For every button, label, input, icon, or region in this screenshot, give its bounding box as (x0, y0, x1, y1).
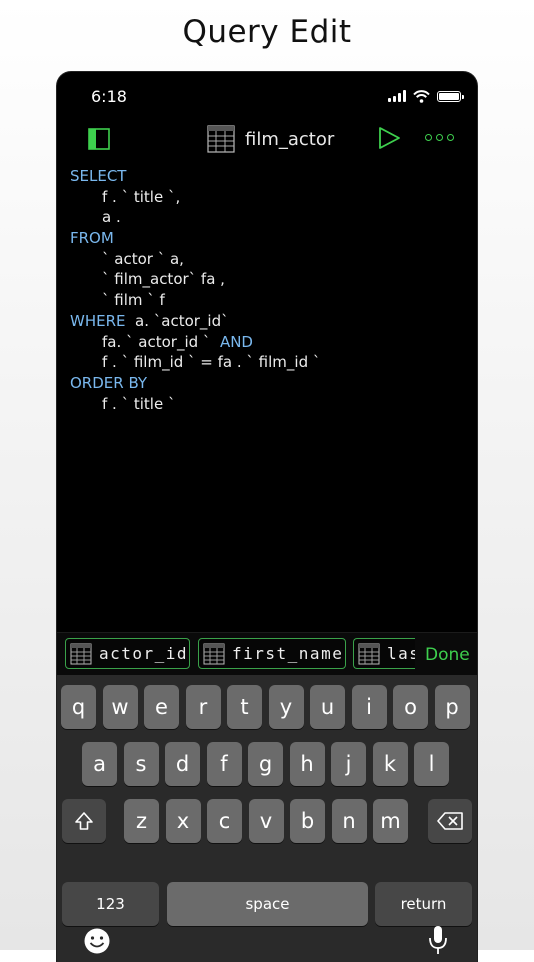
more-options-icon[interactable] (425, 134, 454, 141)
sql-line: WHERE a. `actor_id` (70, 311, 477, 332)
backspace-icon (437, 812, 463, 830)
key-p[interactable]: p (434, 685, 470, 729)
sql-keyword: AND (219, 332, 253, 351)
sql-text: f . ` film_id ` = fa . ` film_id ` (102, 353, 321, 372)
sql-text: ` actor ` a, (102, 249, 184, 268)
keyboard: 123 space return qwertyuiop asdfghjk l z … (57, 675, 477, 962)
nav-title: film_actor (245, 128, 335, 150)
key-k[interactable]: k (372, 742, 408, 786)
page-heading: Query Edit (182, 14, 352, 50)
key-f[interactable]: f (206, 742, 242, 786)
key-w[interactable]: w (102, 685, 138, 729)
suggestion-chip-actor-id[interactable]: actor_id (65, 638, 190, 669)
sql-keyword: ORDER BY (70, 373, 148, 392)
key-e[interactable]: e (144, 685, 179, 729)
status-time: 6:18 (91, 87, 127, 106)
key-y[interactable]: y (268, 685, 304, 729)
suggestion-chip-label: actor_id (99, 644, 189, 663)
sql-text: f . ` title `, (102, 187, 181, 206)
sidebar-toggle-icon[interactable] (88, 128, 110, 150)
suggestion-chip-first-name[interactable]: first_name (198, 638, 346, 669)
suggestion-chip-label: first_name (232, 644, 344, 663)
sql-line: ` film_actor` fa , (70, 269, 477, 290)
status-icons (388, 89, 464, 103)
table-icon (358, 643, 380, 664)
sql-line: f . ` title ` (70, 394, 477, 415)
shift-key[interactable] (62, 799, 106, 843)
phone-screen: 6:18 film_actor SELECT f . ` title `, a … (57, 72, 477, 962)
table-icon (203, 643, 225, 664)
key-d[interactable]: d (165, 742, 200, 786)
sql-line: ` actor ` a, (70, 249, 477, 270)
key-a[interactable]: a (82, 742, 117, 786)
key-z[interactable]: z (124, 799, 159, 843)
key-h[interactable]: h (289, 742, 325, 786)
sql-line: a . (70, 207, 477, 228)
backspace-key[interactable] (428, 799, 472, 843)
key-t[interactable]: t (227, 685, 262, 729)
suggestion-chip-label: las (387, 644, 415, 663)
key-j[interactable]: j (331, 742, 366, 786)
sql-keyword: SELECT (70, 167, 127, 185)
table-icon (70, 643, 92, 664)
sql-text: f . ` title ` (102, 394, 176, 413)
key-b[interactable]: b (290, 799, 325, 843)
sql-keyword: FROM (70, 229, 114, 248)
sql-keyword: WHERE (70, 311, 126, 330)
sql-line: f . ` title `, (70, 187, 477, 208)
emoji-icon[interactable] (83, 927, 111, 955)
sql-text: ` film ` f (102, 291, 165, 310)
microphone-icon[interactable] (428, 925, 448, 957)
key-i[interactable]: i (351, 685, 387, 729)
run-query-icon[interactable] (377, 126, 401, 150)
sql-line: FROM (70, 228, 477, 249)
cellular-signal-icon (388, 90, 406, 102)
table-icon (207, 125, 235, 153)
wifi-icon (413, 89, 430, 103)
done-button[interactable]: Done (425, 645, 470, 665)
sql-line: ` film ` f (70, 290, 477, 311)
sql-text: a . (102, 208, 121, 227)
space-key[interactable]: space (167, 882, 368, 926)
battery-icon (437, 90, 464, 102)
return-key[interactable]: return (375, 882, 472, 926)
sql-line: fa. ` actor_id ` AND (70, 332, 477, 353)
key-x[interactable]: x (165, 799, 201, 843)
suggestion-chip-last-name[interactable]: las (353, 638, 415, 669)
key-s[interactable]: s (123, 742, 159, 786)
key-l[interactable]: l (414, 742, 449, 786)
nav-title-group: film_actor (207, 125, 334, 153)
sql-text: fa. ` actor_id ` (102, 332, 220, 351)
key-g[interactable]: g (248, 742, 283, 786)
shift-icon (75, 812, 93, 830)
key-v[interactable]: v (248, 799, 284, 843)
key-u[interactable]: u (310, 685, 345, 729)
key-o[interactable]: o (393, 685, 428, 729)
sql-editor[interactable]: SELECT f . ` title `, a . FROM ` actor ` a, `… (70, 166, 477, 414)
sql-line: SELECT (70, 166, 477, 187)
sql-line: f . ` film_id ` = fa . ` film_id ` (70, 352, 477, 373)
numbers-key[interactable]: 123 (62, 882, 159, 926)
key-n[interactable]: n (331, 799, 367, 843)
key-m[interactable]: m (373, 799, 408, 843)
sql-text: ` film_actor` fa , (102, 270, 225, 289)
key-c[interactable]: c (207, 799, 242, 843)
sql-line: ORDER BY (70, 373, 477, 394)
sql-text: a. `actor_id` (125, 311, 229, 330)
key-q[interactable]: q (61, 685, 96, 729)
key-r[interactable]: r (185, 685, 221, 729)
autocomplete-bar: actor_id first_name las Done (57, 632, 477, 676)
